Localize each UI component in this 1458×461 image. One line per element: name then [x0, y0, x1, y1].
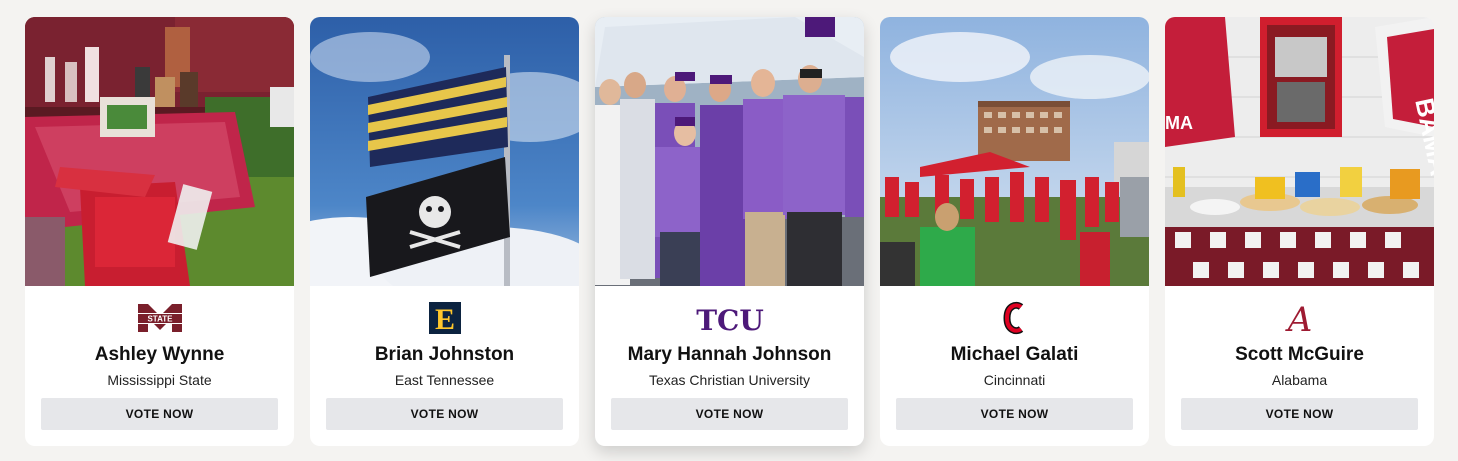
- svg-text:E: E: [434, 303, 454, 334]
- tailgate-tent-photo-icon: [25, 17, 294, 286]
- candidate-name: Michael Galati: [950, 344, 1079, 365]
- candidate-card-brian-johnston[interactable]: E Brian Johnston East Tennessee VOTE NOW: [310, 17, 579, 446]
- flags-sky-photo-icon: [310, 17, 579, 286]
- tcu-logo-icon: TCU: [595, 301, 864, 335]
- candidate-name: Ashley Wynne: [94, 344, 225, 365]
- svg-text:MA: MA: [1165, 113, 1193, 133]
- candidate-name: Brian Johnston: [374, 344, 515, 365]
- svg-text:A: A: [1284, 301, 1312, 335]
- vote-now-button[interactable]: VOTE NOW: [1181, 398, 1418, 430]
- candidate-name: Mary Hannah Johnson: [627, 344, 832, 365]
- tailgate-crowd-photo-icon: [880, 17, 1149, 286]
- vote-now-button[interactable]: VOTE NOW: [41, 398, 278, 430]
- svg-text:STATE: STATE: [147, 315, 173, 324]
- candidate-card-list: STATE Ashley Wynne Mississippi State VOT…: [25, 17, 1434, 446]
- cincinnati-logo-icon: C: [880, 301, 1149, 335]
- candidate-school: Texas Christian University: [648, 372, 811, 388]
- vote-now-button[interactable]: VOTE NOW: [896, 398, 1133, 430]
- vote-now-button[interactable]: VOTE NOW: [326, 398, 563, 430]
- fans-group-photo-icon: [595, 17, 864, 286]
- candidate-card-ashley-wynne[interactable]: STATE Ashley Wynne Mississippi State VOT…: [25, 17, 294, 446]
- etsu-logo-icon: E: [310, 301, 579, 335]
- alabama-logo-icon: A: [1165, 301, 1434, 335]
- food-spread-photo-icon: MA BAMA: [1165, 17, 1434, 286]
- mississippi-state-logo-icon: STATE: [25, 301, 294, 335]
- vote-now-button[interactable]: VOTE NOW: [611, 398, 848, 430]
- candidate-card-mary-hannah-johnson[interactable]: TCU Mary Hannah Johnson Texas Christian …: [595, 17, 864, 446]
- candidate-school: Alabama: [1271, 372, 1328, 388]
- candidate-school: Mississippi State: [107, 372, 212, 388]
- candidate-card-scott-mcguire[interactable]: MA BAMA A Scott McGuire Alabama VOTE NOW: [1165, 17, 1434, 446]
- candidate-school: Cincinnati: [983, 372, 1046, 388]
- svg-text:TCU: TCU: [696, 304, 764, 335]
- candidate-card-michael-galati[interactable]: C Michael Galati Cincinnati VOTE NOW: [880, 17, 1149, 446]
- candidate-name: Scott McGuire: [1235, 344, 1364, 365]
- candidate-school: East Tennessee: [394, 372, 495, 388]
